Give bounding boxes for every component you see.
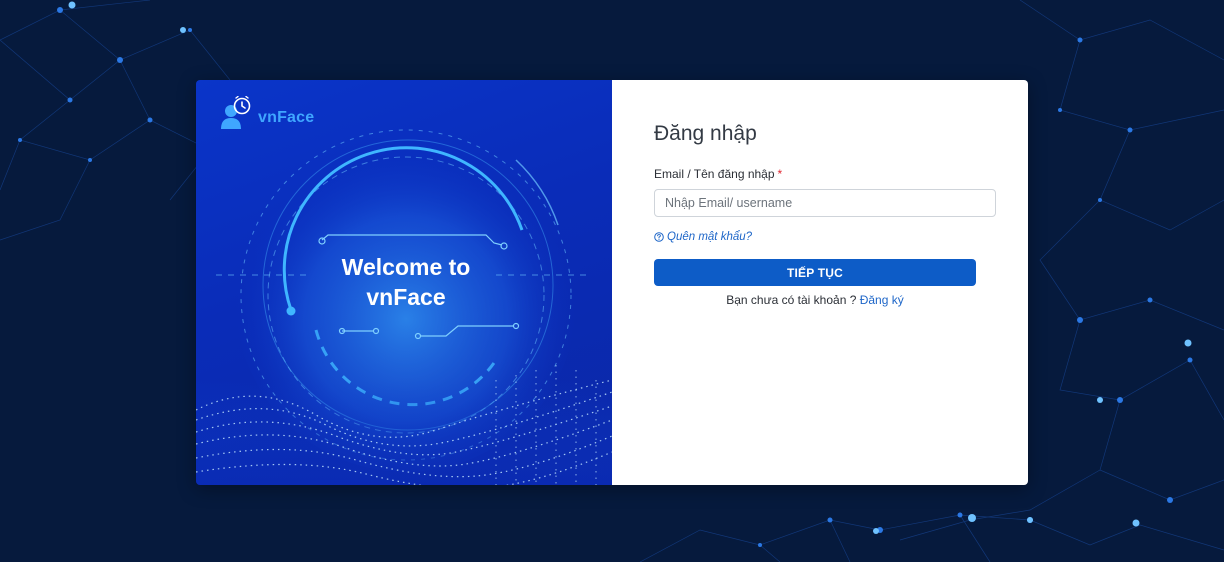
page-title: Đăng nhập (654, 122, 757, 145)
email-label-text: Email / Tên đăng nhập (654, 167, 775, 181)
continue-button[interactable]: TIẾP TỤC (654, 259, 976, 286)
signup-prompt: Bạn chưa có tài khoản ? Đăng ký (654, 293, 976, 307)
welcome-heading: Welcome to vnFace (312, 252, 500, 312)
welcome-line-2: vnFace (366, 284, 446, 310)
login-form-panel: Đăng nhập Email / Tên đăng nhập* Quên mậ… (612, 80, 1028, 485)
signup-link[interactable]: Đăng ký (860, 293, 904, 307)
brand-logo: vnFace (220, 96, 314, 130)
forgot-password-link[interactable]: Quên mật khẩu? (654, 231, 752, 243)
login-card: vnFace Welcome to vnFace Đăng nhập Email… (196, 80, 1028, 485)
user-clock-icon (221, 96, 251, 129)
question-circle-icon (654, 232, 664, 242)
brand-name: vnFace (258, 109, 315, 126)
welcome-panel: vnFace Welcome to vnFace (196, 80, 612, 485)
email-label: Email / Tên đăng nhập * (654, 167, 782, 181)
email-field[interactable] (654, 189, 996, 217)
no-account-text: Bạn chưa có tài khoản ? (726, 293, 857, 307)
required-mark: * (777, 167, 783, 181)
forgot-password-label: Quên mật khẩu? (667, 231, 753, 243)
welcome-line-1: Welcome to (341, 254, 471, 280)
